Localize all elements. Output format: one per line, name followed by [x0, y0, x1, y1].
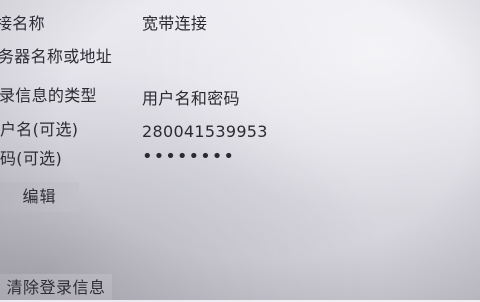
- sign-in-type-label: 录信息的类型: [0, 86, 97, 105]
- connection-name-value: 宽带连接: [142, 14, 208, 33]
- clear-sign-in-info-label: 清除登录信息: [6, 278, 106, 297]
- server-address-row: 务器名称或地址: [0, 44, 480, 70]
- sign-in-type-value: 用户名和密码: [142, 89, 240, 108]
- edit-button[interactable]: 编辑: [0, 182, 79, 212]
- username-value: 280041539953: [142, 122, 268, 141]
- clear-sign-in-info-button[interactable]: 清除登录信息: [0, 274, 112, 300]
- password-label: 码(可选): [0, 149, 62, 168]
- edit-button-label: 编辑: [22, 187, 57, 206]
- connection-name-label: 接名称: [0, 14, 45, 33]
- password-row: 码(可选) ••••••••: [0, 146, 480, 172]
- username-row: 户名(可选) 280041539953: [0, 117, 480, 143]
- username-label: 户名(可选): [0, 120, 79, 139]
- server-address-label: 务器名称或地址: [0, 47, 113, 66]
- sign-in-type-row: 录信息的类型 用户名和密码: [0, 83, 480, 109]
- password-value: ••••••••: [142, 146, 235, 167]
- connection-name-row: 接名称 宽带连接: [0, 11, 480, 37]
